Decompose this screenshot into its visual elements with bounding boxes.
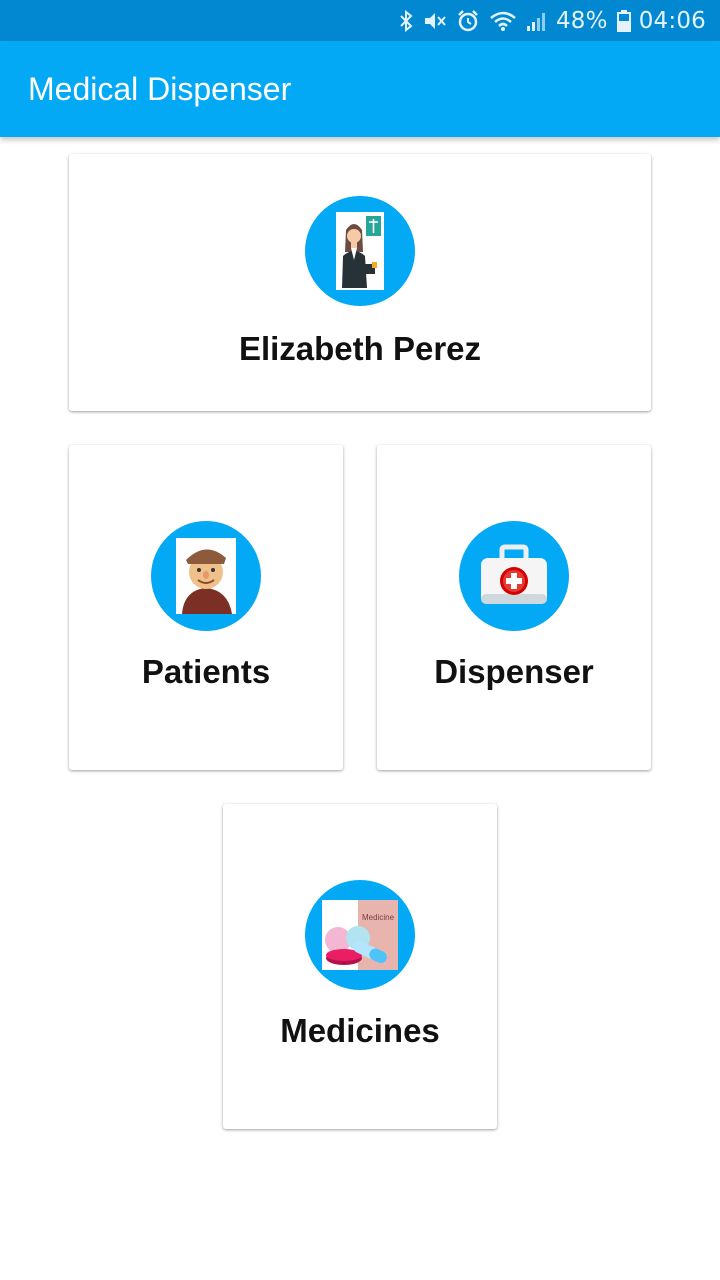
dispenser-card[interactable]: Dispenser — [377, 445, 651, 770]
first-aid-kit-icon — [459, 521, 569, 631]
dispenser-label: Dispenser — [434, 653, 594, 690]
profile-card[interactable]: Elizabeth Perez — [69, 154, 651, 411]
medicine-box-text: Medicine — [362, 913, 395, 922]
clock: 04:06 — [638, 7, 706, 34]
bluetooth-icon — [398, 9, 414, 33]
mute-icon — [423, 10, 447, 32]
patients-label: Patients — [141, 653, 271, 690]
signal-icon — [526, 10, 548, 32]
status-bar: 48% 04:06 — [0, 0, 720, 41]
pills-image: Medicine — [305, 880, 415, 990]
wifi-icon — [489, 10, 517, 32]
medicines-label: Medicines — [280, 1012, 440, 1049]
patients-card[interactable]: Patients — [69, 445, 343, 770]
profile-name: Elizabeth Perez — [238, 330, 482, 367]
medicines-card[interactable]: Medicine Medicines — [223, 804, 497, 1129]
battery-percent: 48% — [555, 7, 608, 34]
doctor-avatar — [305, 196, 415, 306]
app-title: Medical Dispenser — [28, 70, 292, 107]
battery-icon — [616, 9, 631, 32]
app-bar: Medical Dispenser — [0, 41, 720, 137]
elderly-patient-image — [151, 521, 261, 631]
alarm-icon — [456, 9, 480, 33]
